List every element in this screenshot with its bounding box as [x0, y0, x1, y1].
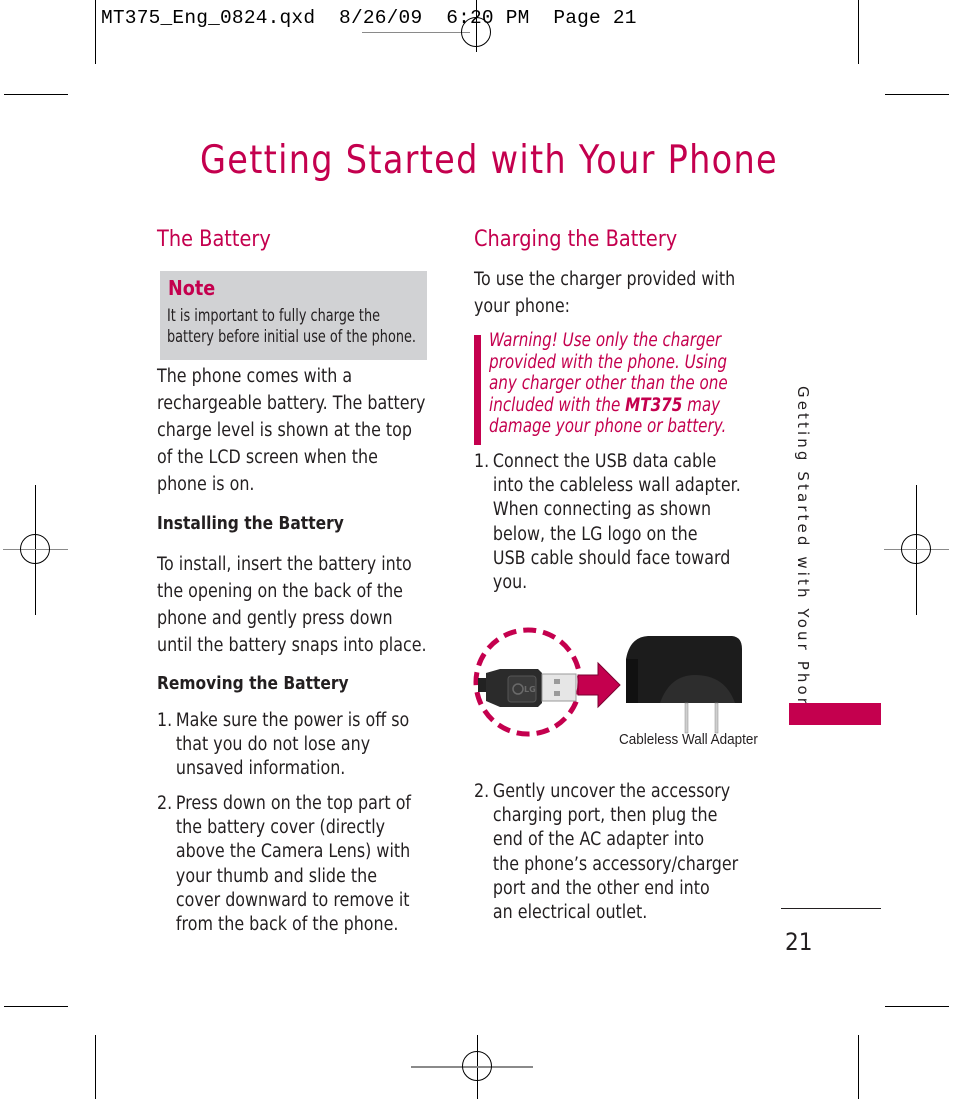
removing-step-2: 2. Press down on the top part of the bat… [157, 792, 411, 937]
registration-mark-left [0, 480, 80, 620]
charging-intro-paragraph: To use the charger provided with your ph… [474, 269, 736, 317]
list-number: 2. [157, 793, 173, 814]
removing-step-1: 1. Make sure the power is off so that yo… [157, 709, 409, 782]
side-tab-label: Getting Started with Your Phone [794, 386, 812, 723]
usb-lg-logo: LG [524, 685, 536, 694]
registration-mark-top [0, 0, 954, 60]
charging-step-1: 1. Connect the USB data cable into the c… [474, 450, 741, 595]
list-number: 2. [474, 781, 490, 802]
warning-bar [474, 335, 481, 445]
figure-caption: Cableless Wall Adapter [619, 732, 758, 748]
registration-mark-bottom [400, 1030, 560, 1099]
crop-mark [885, 94, 949, 95]
section-heading-charging: Charging the Battery [474, 227, 678, 252]
page-title: Getting Started with Your Phone [200, 138, 778, 183]
subheading-removing: Removing the Battery [157, 673, 349, 694]
installing-paragraph: To install, insert the battery into the … [157, 554, 427, 656]
subheading-installing: Installing the Battery [157, 513, 344, 534]
crop-mark [4, 94, 68, 95]
side-tab-bar [789, 703, 881, 725]
page-number-rule [781, 908, 881, 909]
section-heading-battery: The Battery [157, 227, 271, 252]
crop-mark [885, 1006, 949, 1007]
warning-text: Warning! Use only the charger provided w… [489, 330, 728, 438]
list-number: 1. [474, 451, 490, 472]
crop-mark [95, 1035, 96, 1099]
usb-plug-icon: LG [478, 669, 577, 707]
wall-adapter-icon [626, 636, 742, 734]
battery-intro-paragraph: The phone comes with a rechargeable batt… [157, 366, 426, 495]
crop-mark [858, 1035, 859, 1099]
arrow-icon [577, 661, 621, 709]
charging-step-2: 2. Gently uncover the accessory charging… [474, 780, 738, 925]
usb-adapter-illustration: LG [473, 627, 742, 737]
model-name: MT375 [625, 394, 683, 416]
page-number: 21 [785, 928, 813, 956]
crop-mark [4, 1006, 68, 1007]
note-box: Note It is important to fully charge the… [160, 271, 427, 360]
list-number: 1. [157, 710, 173, 731]
note-title: Note [168, 276, 216, 300]
registration-mark-right [880, 480, 954, 620]
note-text: It is important to fully charge the batt… [167, 306, 417, 346]
